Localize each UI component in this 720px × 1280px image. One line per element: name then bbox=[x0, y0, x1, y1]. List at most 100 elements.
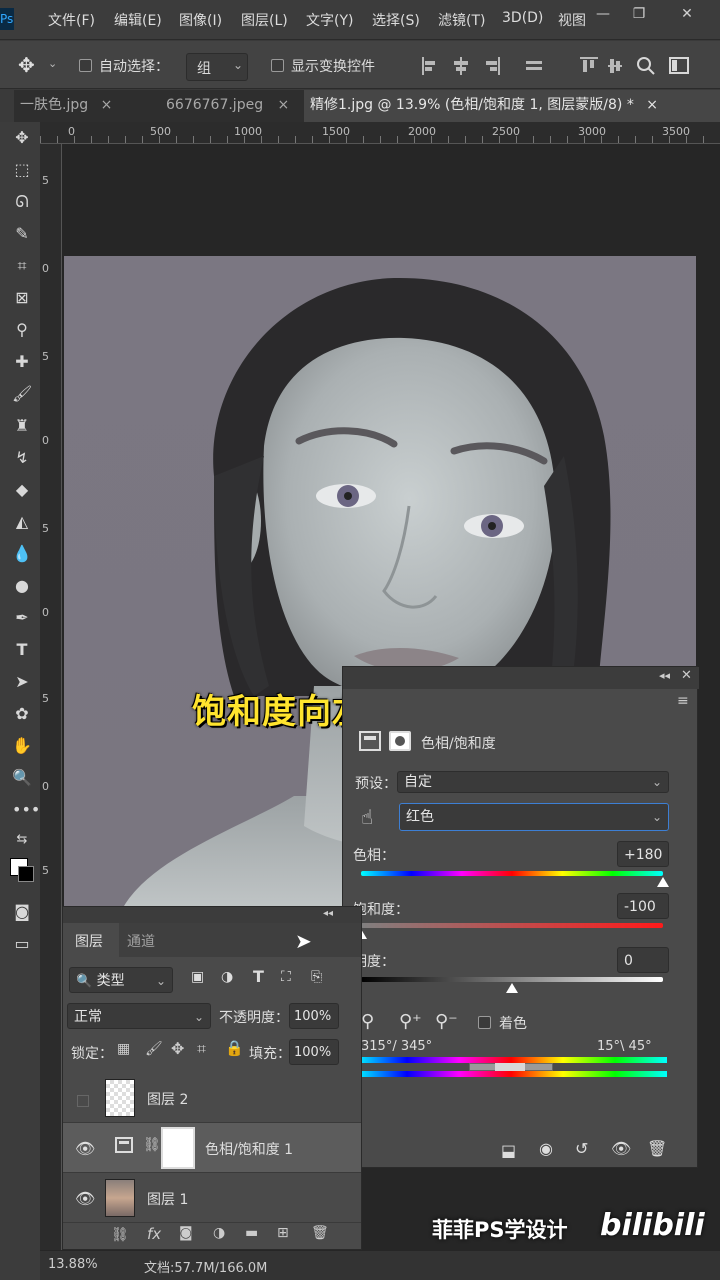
menu-type[interactable]: 文字(Y) bbox=[306, 10, 353, 30]
eyedropper-subtract-icon[interactable]: ⚲⁻ bbox=[435, 1011, 458, 1032]
menu-view[interactable]: 视图 bbox=[558, 10, 586, 30]
shape-tool-icon[interactable]: ✿ bbox=[12, 702, 32, 726]
lock-all-icon[interactable]: 🔒 bbox=[225, 1039, 244, 1057]
eyedropper-icon[interactable]: ⚲ bbox=[361, 1011, 374, 1032]
photoshop-logo-icon[interactable]: Ps bbox=[0, 8, 14, 30]
zoom-tool-icon[interactable]: 🔍 bbox=[12, 766, 32, 790]
menu-3d[interactable]: 3D(D) bbox=[502, 10, 543, 26]
mask-icon[interactable] bbox=[389, 731, 411, 751]
new-group-icon[interactable]: ▬ bbox=[245, 1225, 258, 1241]
saturation-value-field[interactable]: -100 bbox=[617, 893, 669, 919]
screen-mode-icon[interactable]: ▭ bbox=[12, 932, 32, 956]
panel-menu-icon[interactable]: ≡ bbox=[677, 693, 689, 709]
tab-document-2[interactable]: 6676767.jpeg × bbox=[160, 90, 294, 122]
add-mask-icon[interactable]: ◙ bbox=[179, 1225, 193, 1241]
hue-value-field[interactable]: +180 bbox=[617, 841, 669, 867]
auto-select-checkbox[interactable] bbox=[79, 59, 92, 72]
range-selector-center[interactable] bbox=[495, 1063, 525, 1071]
delete-layer-icon[interactable]: 🗑 bbox=[311, 1225, 329, 1241]
marquee-tool-icon[interactable]: ⬚ bbox=[12, 158, 32, 182]
tab-close-icon[interactable]: × bbox=[646, 97, 658, 113]
lock-position-icon[interactable]: ✥ bbox=[171, 1039, 184, 1058]
quick-select-tool-icon[interactable]: ✎ bbox=[12, 222, 32, 246]
minimize-icon[interactable]: — bbox=[592, 4, 614, 24]
visibility-eye-icon[interactable]: 👁 bbox=[75, 1139, 95, 1158]
layer-name[interactable]: 图层 2 bbox=[147, 1089, 188, 1109]
menu-filter[interactable]: 滤镜(T) bbox=[438, 10, 485, 30]
tab-document-1[interactable]: 一肤色.jpg × bbox=[14, 90, 150, 122]
menu-select[interactable]: 选择(S) bbox=[372, 10, 420, 30]
zoom-level[interactable]: 13.88% bbox=[48, 1257, 98, 1272]
type-tool-icon[interactable]: T bbox=[12, 638, 32, 662]
link-layers-icon[interactable]: ⛓ bbox=[111, 1227, 129, 1243]
visibility-toggle-empty[interactable] bbox=[77, 1095, 89, 1107]
clip-to-layer-icon[interactable]: ⬓ bbox=[501, 1141, 516, 1160]
layer-name[interactable]: 图层 1 bbox=[147, 1189, 188, 1209]
crop-tool-icon[interactable]: ⌗ bbox=[12, 254, 32, 278]
stamp-tool-icon[interactable]: ♜ bbox=[12, 414, 32, 438]
lock-artboard-icon[interactable]: ⌗ bbox=[197, 1039, 206, 1059]
blur-tool-icon[interactable]: 💧 bbox=[12, 542, 32, 566]
healing-brush-tool-icon[interactable]: ✚ bbox=[12, 350, 32, 374]
eyedropper-add-icon[interactable]: ⚲⁺ bbox=[399, 1011, 422, 1032]
gradient-tool-icon[interactable]: ◭ bbox=[12, 510, 32, 534]
lightness-value-field[interactable]: 0 bbox=[617, 947, 669, 973]
lock-pixels-icon[interactable]: 🖌 bbox=[145, 1041, 163, 1057]
hue-slider-track[interactable] bbox=[361, 871, 663, 876]
filter-shape-icon[interactable]: ⛶ bbox=[281, 969, 291, 985]
colorize-checkbox[interactable] bbox=[478, 1016, 491, 1029]
layer-row-2[interactable]: 图层 2 bbox=[63, 1073, 361, 1123]
quick-mask-icon[interactable]: ◙ bbox=[12, 900, 32, 924]
brush-tool-icon[interactable]: 🖌 bbox=[12, 382, 32, 406]
filter-type-icon[interactable]: T bbox=[253, 967, 264, 986]
eyedropper-tool-icon[interactable]: ⚲ bbox=[12, 318, 32, 342]
layer-name[interactable]: 色相/饱和度 1 bbox=[205, 1139, 293, 1159]
visibility-icon[interactable]: 👁 bbox=[611, 1139, 631, 1158]
tab-close-icon[interactable]: × bbox=[278, 97, 290, 113]
tab-document-active[interactable]: 精修1.jpg @ 13.9% (色相/饱和度 1, 图层蒙版/8) * × bbox=[304, 90, 720, 122]
delete-icon[interactable]: 🗑 bbox=[647, 1139, 667, 1158]
new-layer-icon[interactable]: ⊞ bbox=[277, 1225, 289, 1241]
filter-adjustment-icon[interactable]: ◑ bbox=[221, 969, 233, 985]
lightness-slider-thumb[interactable] bbox=[506, 983, 518, 993]
view-previous-state-icon[interactable]: ◉ bbox=[539, 1139, 553, 1158]
menu-image[interactable]: 图像(I) bbox=[179, 10, 222, 30]
tab-close-icon[interactable]: × bbox=[101, 97, 113, 113]
path-select-tool-icon[interactable]: ➤ bbox=[12, 670, 32, 694]
history-brush-tool-icon[interactable]: ↯ bbox=[12, 446, 32, 470]
collapse-panel-icon[interactable]: ◂◂ bbox=[659, 669, 670, 682]
tab-channels-label[interactable]: 通道 bbox=[127, 931, 155, 951]
target-adjust-hand-icon[interactable]: ☝ bbox=[361, 805, 373, 829]
link-icon[interactable]: ⛓ bbox=[143, 1137, 161, 1153]
lightness-slider-track[interactable] bbox=[361, 977, 663, 982]
move-tool-icon[interactable]: ✥ bbox=[18, 53, 35, 77]
filter-smart-object-icon[interactable]: ⎘ bbox=[311, 969, 322, 985]
reset-icon[interactable]: ↺ bbox=[575, 1139, 588, 1158]
restore-icon[interactable]: ❐ bbox=[628, 4, 650, 24]
layer-row-hue-saturation[interactable]: 👁 ⛓ 色相/饱和度 1 bbox=[63, 1123, 361, 1173]
pen-tool-icon[interactable]: ✒ bbox=[12, 606, 32, 630]
lock-transparent-icon[interactable]: ▦ bbox=[117, 1041, 130, 1057]
filter-pixel-icon[interactable]: ▣ bbox=[191, 969, 204, 985]
move-tool-icon[interactable]: ✥ bbox=[12, 126, 32, 150]
hue-slider-thumb[interactable] bbox=[657, 877, 669, 887]
fill-field[interactable]: 100% bbox=[289, 1039, 339, 1065]
menu-edit[interactable]: 编辑(E) bbox=[114, 10, 162, 30]
menu-layer[interactable]: 图层(L) bbox=[241, 10, 288, 30]
layer-style-icon[interactable]: fx bbox=[147, 1225, 161, 1243]
preset-dropdown[interactable]: 自定 ⌄ bbox=[397, 771, 669, 793]
layer-filter-dropdown[interactable]: 🔍 类型 ⌄ bbox=[69, 967, 173, 993]
background-color-swatch[interactable] bbox=[18, 866, 34, 882]
close-window-icon[interactable]: ✕ bbox=[676, 4, 698, 24]
tool-preset-chevron-icon[interactable]: ⌄ bbox=[48, 57, 57, 70]
visibility-eye-icon[interactable]: 👁 bbox=[75, 1189, 95, 1208]
show-transform-checkbox[interactable] bbox=[271, 59, 284, 72]
blend-mode-dropdown[interactable]: 正常 ⌄ bbox=[67, 1003, 211, 1029]
close-panel-icon[interactable]: ✕ bbox=[681, 668, 692, 683]
eraser-tool-icon[interactable]: ◆ bbox=[12, 478, 32, 502]
auto-select-dropdown[interactable]: 组 ⌄ bbox=[186, 53, 248, 81]
frame-tool-icon[interactable]: ⊠ bbox=[12, 286, 32, 310]
menu-file[interactable]: 文件(F) bbox=[48, 10, 95, 30]
collapse-panel-icon[interactable]: ◂◂ bbox=[323, 908, 333, 919]
lasso-tool-icon[interactable]: ᘏ bbox=[12, 190, 32, 214]
